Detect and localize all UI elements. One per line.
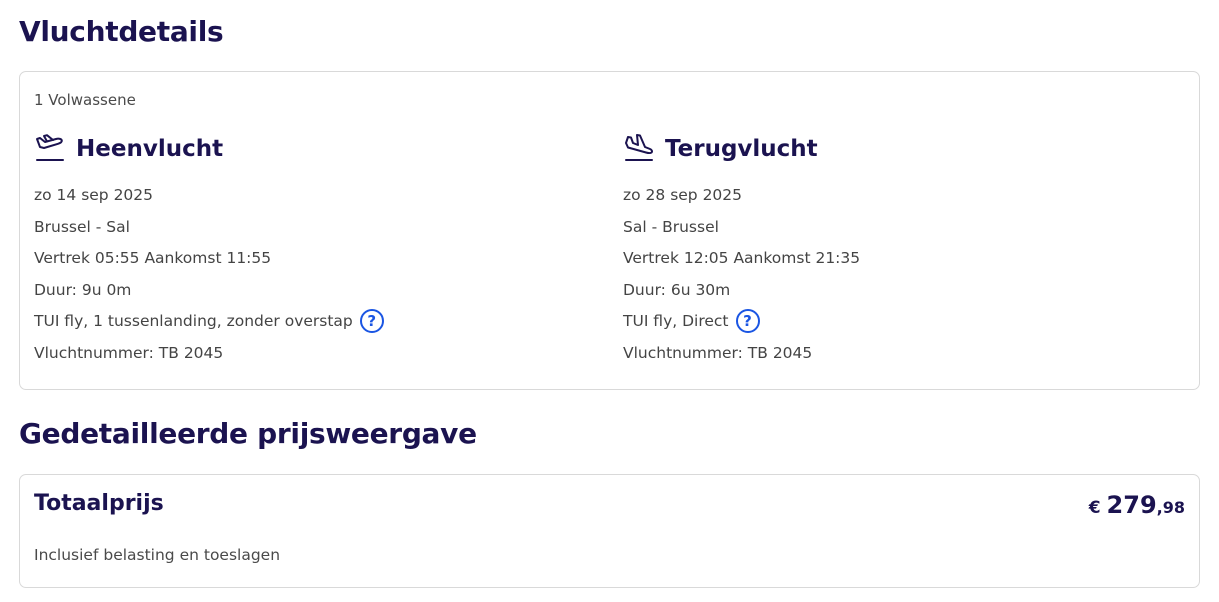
outbound-route: Brussel - Sal: [34, 217, 130, 236]
outbound-times: Vertrek 05:55 Aankomst 11:55: [34, 249, 272, 268]
outbound-flight-number: Vluchtnummer: TB 2045: [34, 343, 224, 362]
passenger-count: 1 Volwassene: [34, 91, 136, 109]
price-note: Inclusief belasting en toeslagen: [34, 546, 281, 564]
return-times: Vertrek 12:05 Aankomst 21:35: [623, 249, 861, 268]
plane-arrival-icon: [623, 133, 655, 165]
return-help-icon[interactable]: ?: [735, 309, 760, 334]
outbound-carrier: TUI fly, 1 tussenlanding, zonder oversta…: [34, 312, 353, 331]
flight-details-title: Vluchtdetails: [19, 15, 224, 48]
return-header: Terugvlucht: [623, 132, 860, 166]
return-route: Sal - Brussel: [623, 217, 719, 236]
price-details-title: Gedetailleerde prijsweergave: [19, 417, 477, 450]
return-carrier-row: TUI fly, Direct ?: [623, 309, 860, 343]
return-flight: Terugvlucht zo 28 sep 2025 Sal - Brussel…: [623, 132, 860, 375]
return-date: zo 28 sep 2025: [623, 186, 743, 204]
price-card: Totaalprijs € 279 ,98 Inclusief belastin…: [19, 474, 1200, 588]
return-duration: Duur: 6u 30m: [623, 280, 731, 299]
outbound-title: Heenvlucht: [76, 136, 224, 162]
outbound-date: zo 14 sep 2025: [34, 186, 154, 204]
outbound-header: Heenvlucht: [34, 132, 384, 166]
return-title: Terugvlucht: [665, 136, 818, 162]
return-carrier: TUI fly, Direct: [623, 312, 729, 331]
price-decimals: ,98: [1156, 498, 1185, 517]
outbound-carrier-row: TUI fly, 1 tussenlanding, zonder oversta…: [34, 309, 384, 343]
outbound-duration: Duur: 9u 0m: [34, 280, 132, 299]
plane-departure-icon: [34, 133, 66, 165]
price-integer: 279: [1106, 491, 1157, 519]
total-price: € 279 ,98: [1089, 491, 1185, 519]
outbound-flight: Heenvlucht zo 14 sep 2025 Brussel - Sal …: [34, 132, 384, 375]
flight-details-card: 1 Volwassene Heenvlucht zo 14 sep 2025 B…: [19, 71, 1200, 390]
outbound-help-icon[interactable]: ?: [359, 309, 384, 334]
price-currency: €: [1088, 498, 1101, 518]
return-flight-number: Vluchtnummer: TB 2045: [623, 343, 813, 362]
total-price-label: Totaalprijs: [34, 491, 164, 516]
